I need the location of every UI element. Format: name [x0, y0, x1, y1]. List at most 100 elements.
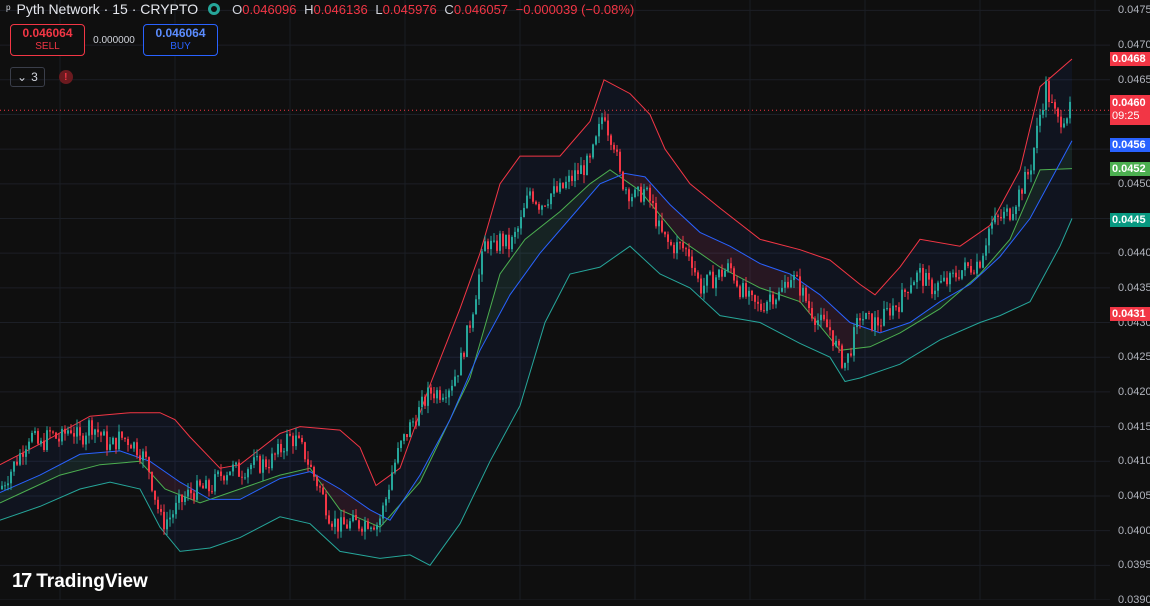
- candle-body: [370, 527, 372, 529]
- candle-body: [274, 453, 276, 455]
- candle-body: [550, 193, 552, 205]
- candle-body: [691, 256, 693, 268]
- candle-body: [1060, 116, 1062, 128]
- candle-body: [52, 431, 54, 433]
- candle-body: [1024, 171, 1026, 194]
- candle-body: [325, 494, 327, 516]
- candle-body: [298, 435, 300, 439]
- candle-body: [973, 272, 975, 274]
- candle-body: [313, 466, 315, 477]
- candle-body: [706, 274, 708, 286]
- cloud-segment: [772, 267, 776, 294]
- candle-body: [751, 290, 753, 296]
- tradingview-logo[interactable]: 17 TradingView: [12, 570, 148, 593]
- candle-body: [109, 444, 111, 450]
- candle-body: [628, 189, 630, 202]
- candle-body: [700, 278, 702, 294]
- candle-body: [217, 471, 219, 475]
- candle-body: [37, 431, 39, 444]
- candle-body: [322, 487, 324, 495]
- candle-body: [916, 272, 918, 283]
- candle-body: [742, 283, 744, 298]
- candle-body: [712, 271, 714, 289]
- candle-body: [910, 285, 912, 293]
- candle-body: [772, 294, 774, 305]
- close-label: C: [444, 1, 454, 17]
- candle-body: [187, 489, 189, 497]
- candle-body: [250, 464, 252, 470]
- candle-body: [208, 480, 210, 492]
- candle-body: [4, 485, 6, 487]
- indicators-count: 3: [31, 70, 38, 84]
- candle-body: [166, 519, 168, 530]
- candle-body: [826, 319, 828, 328]
- candle-body: [73, 433, 75, 437]
- candle-body: [358, 520, 360, 529]
- candle-body: [1051, 102, 1053, 104]
- candle-body: [517, 228, 519, 232]
- candle-body: [502, 233, 504, 247]
- candle-body: [904, 289, 906, 293]
- market-status-icon[interactable]: [208, 3, 221, 15]
- candle-body: [919, 267, 921, 273]
- candle-body: [748, 290, 750, 297]
- price-tick: 0.0395: [1118, 559, 1150, 572]
- candle-body: [718, 269, 720, 278]
- candle-body: [838, 340, 840, 346]
- price-label-value: 0.0452: [1112, 162, 1146, 175]
- sell-button[interactable]: 0.046064 SELL: [10, 24, 85, 56]
- price-axis[interactable]: 0.04750.04700.04650.04600.04550.04500.04…: [1110, 0, 1150, 606]
- candle-body: [406, 434, 408, 438]
- indicators-toggle-button[interactable]: ⌄ 3: [10, 67, 45, 87]
- candle-body: [823, 314, 825, 320]
- candle-body: [115, 437, 117, 450]
- candle-body: [487, 241, 489, 250]
- candle-body: [484, 241, 486, 252]
- candle-body: [625, 189, 627, 191]
- candle-body: [802, 287, 804, 296]
- buy-price: 0.046064: [155, 26, 206, 40]
- candle-body: [184, 496, 186, 502]
- candle-body: [688, 249, 690, 257]
- cloud-segment: [716, 239, 720, 268]
- cloud-segment: [92, 452, 96, 467]
- candle-body: [490, 240, 492, 250]
- candle-body: [328, 515, 330, 524]
- candle-body: [868, 312, 870, 314]
- candle-body: [856, 318, 858, 328]
- candle-body: [67, 430, 69, 434]
- cloud-segment: [756, 261, 760, 288]
- candle-body: [634, 189, 636, 198]
- candle-body: [1066, 118, 1068, 124]
- candle-body: [226, 475, 228, 481]
- candle-body: [439, 390, 441, 400]
- cloud-segment: [848, 320, 852, 350]
- candle-body: [805, 287, 807, 302]
- candle-body: [307, 459, 309, 465]
- symbol-title[interactable]: Pyth Network · 15 · CRYPTO: [17, 1, 199, 17]
- candle-body: [112, 437, 114, 445]
- candle-body: [778, 291, 780, 300]
- buy-label: BUY: [170, 41, 191, 52]
- cloud-segment: [516, 246, 520, 287]
- candle-body: [757, 301, 759, 304]
- candle-body: [1030, 170, 1032, 175]
- candle-body: [592, 144, 594, 158]
- cloud-segment: [684, 217, 688, 245]
- candle-body: [574, 170, 576, 182]
- candle-body: [841, 345, 843, 368]
- candle-body: [28, 441, 30, 450]
- warning-icon[interactable]: !: [58, 70, 73, 84]
- candle-body: [31, 432, 33, 442]
- candle-body: [508, 234, 510, 250]
- candle-body: [334, 518, 336, 527]
- price-chart[interactable]: [0, 0, 1110, 600]
- price-tick: 0.0400: [1118, 524, 1150, 537]
- bar-countdown: 09:25: [1112, 110, 1140, 123]
- candle-body: [610, 135, 612, 145]
- spread-value: 0.000000: [93, 34, 135, 46]
- candle-body: [268, 467, 270, 469]
- buy-button[interactable]: 0.046064 BUY: [143, 24, 218, 56]
- cloud-segment: [844, 316, 848, 350]
- low-label: L: [375, 1, 383, 17]
